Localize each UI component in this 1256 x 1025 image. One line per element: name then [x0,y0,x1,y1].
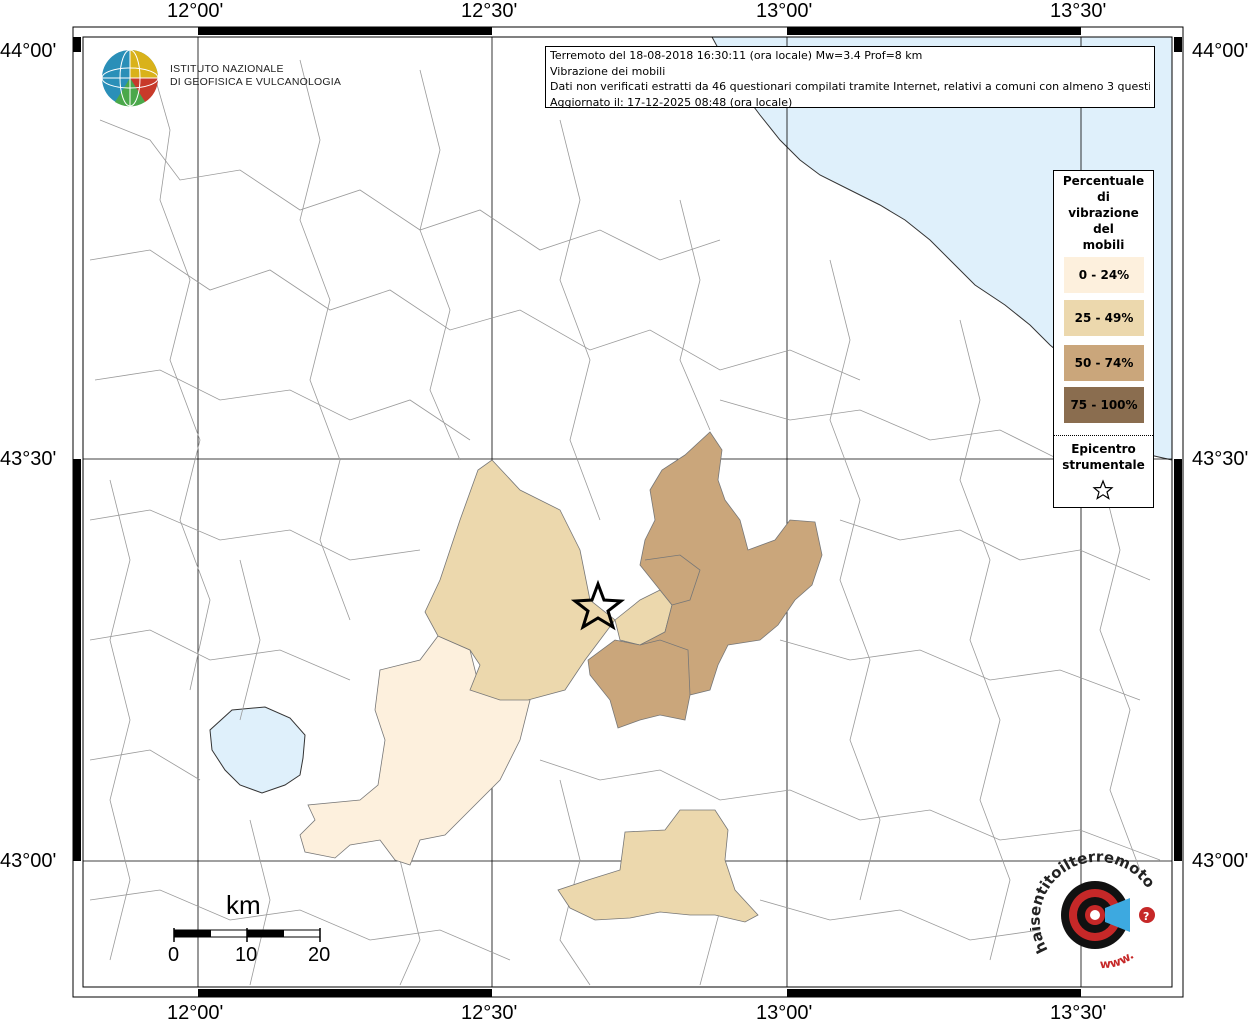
lon-label-top-1330: 13°30' [1050,0,1107,22]
lon-label-bottom-1300: 13°00' [756,1002,813,1024]
legend: Percentuale di vibrazione del mobili 0 -… [1053,170,1154,508]
lat-label-right-4330: 43°30' [1192,448,1249,470]
legend-swatch-3: 75 - 100% [1064,387,1144,423]
lat-label-left-4330: 43°30' [0,448,57,470]
legend-epicenter-label: Epicentro strumentale [1062,442,1145,472]
event-info-line4: Aggiornato il: 17-12-2025 08:48 (ora loc… [550,95,793,109]
lon-label-bottom-1230: 12°30' [461,1002,518,1024]
scale-unit: km [226,890,261,920]
scale-tick-20: 20 [308,944,331,966]
ingv-logo [101,49,159,107]
lat-label-right-4400: 44°00' [1192,40,1249,62]
legend-swatch-0: 0 - 24% [1064,257,1144,293]
lon-label-bottom-1200: 12°00' [167,1002,224,1024]
haisentito-url: haisentitoilterremoto.it [1030,850,1159,956]
legend-title: Percentuale di vibrazione del mobili [1062,174,1145,252]
lon-label-top-1230: 12°30' [461,0,518,22]
svg-text:www.: www. [1099,948,1136,971]
ingv-logo-line2: DI GEOFISICA E VULCANOLOGIA [170,76,342,88]
scale-tick-0: 0 [168,944,180,966]
event-info-line2: Vibrazione dei mobili [550,64,666,78]
ingv-logo-text: ISTITUTO NAZIONALE DI GEOFISICA E VULCAN… [170,63,341,89]
event-info-box: Terremoto del 18-08-2018 16:30:11 (ora l… [545,46,1155,109]
haisentito-text: haisentitoilterremoto.it www. [1030,850,1159,971]
legend-swatch-2: 50 - 74% [1064,345,1144,381]
lat-label-left-4400: 44°00' [0,40,57,62]
legend-divider [1054,435,1153,436]
legend-star-icon [1092,479,1114,500]
haisentito-www: www. [1099,948,1136,971]
legend-swatch-1: 25 - 49% [1064,300,1144,336]
ingv-logo-line1: ISTITUTO NAZIONALE [170,63,284,75]
event-info-line3: Dati non verificati estratti da 46 quest… [550,80,1150,93]
lat-label-left-4300: 43°00' [0,850,57,872]
scale-tick-10: 10 [235,944,258,966]
lon-label-top-1300: 13°00' [756,0,813,22]
lon-label-top-1200: 12°00' [167,0,224,22]
lon-label-bottom-1330: 13°30' [1050,1002,1107,1024]
svg-text:haisentitoilterremoto.it: haisentitoilterremoto.it [1030,850,1159,956]
event-info-line1: Terremoto del 18-08-2018 16:30:11 (ora l… [550,49,923,62]
lat-label-right-4300: 43°00' [1192,850,1249,872]
